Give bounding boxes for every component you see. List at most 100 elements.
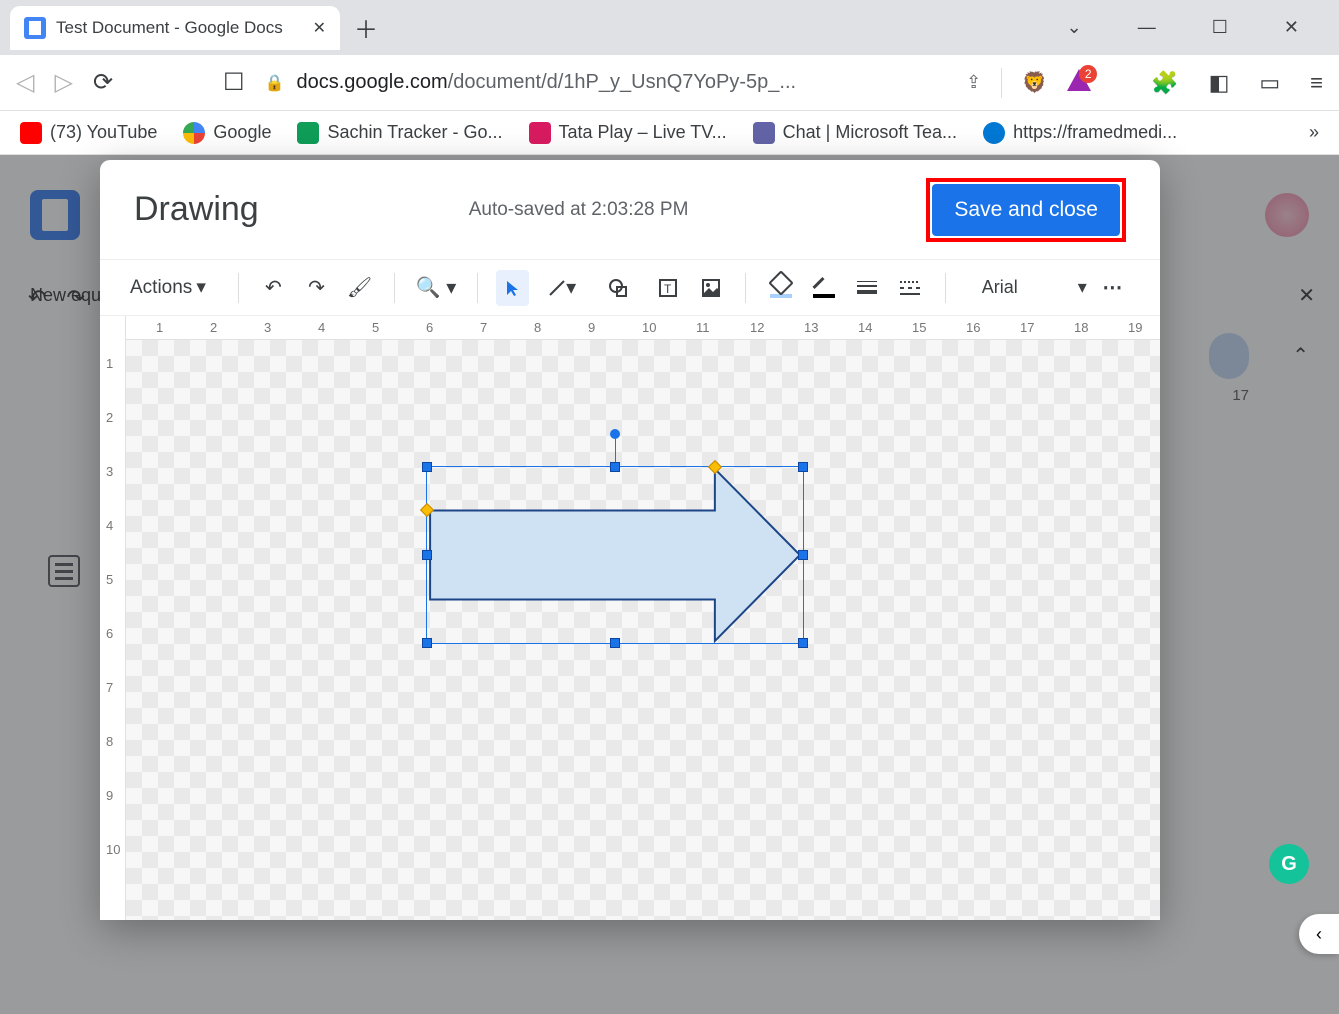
drawing-toolbar: Actions▾ ↶ ↷ 🖌 🔍 ▾ ▾ T Arial▾ ⋯ (100, 260, 1160, 316)
resize-handle-br[interactable] (798, 638, 808, 648)
browser-tab[interactable]: Test Document - Google Docs ✕ (10, 6, 340, 50)
ruler-tick: 1 (106, 356, 113, 371)
ruler-tick: 7 (480, 320, 487, 335)
bookmark-teams[interactable]: Chat | Microsoft Tea... (753, 122, 957, 144)
ruler-tick: 3 (264, 320, 271, 335)
brave-shield-icon[interactable]: 🦁 (1022, 70, 1047, 95)
resize-handle-ml[interactable] (422, 550, 432, 560)
forward-icon[interactable]: ▷ (54, 68, 72, 97)
brave-rewards-icon[interactable]: 2 (1067, 69, 1091, 96)
chevron-down-icon: ▾ (1078, 277, 1087, 298)
autosave-status: Auto-saved at 2:03:28 PM (469, 199, 689, 221)
drawing-dialog: Drawing Auto-saved at 2:03:28 PM Save an… (100, 160, 1160, 920)
ruler-tick: 7 (106, 680, 113, 695)
shape-tool-menu[interactable] (595, 270, 641, 306)
actions-menu[interactable]: Actions▾ (130, 276, 220, 299)
ruler-tick: 5 (372, 320, 379, 335)
font-selector[interactable]: Arial▾ (964, 277, 1087, 298)
tab-title: Test Document - Google Docs (56, 18, 303, 38)
undo-icon[interactable]: ↶ (257, 270, 290, 306)
border-color-icon[interactable] (807, 270, 840, 306)
browser-tab-strip: Test Document - Google Docs ✕ ＋ ⌄ — ☐ ✕ (0, 0, 1339, 55)
bookmark-icon[interactable]: ☐ (223, 68, 245, 97)
ruler-tick: 17 (1020, 320, 1034, 335)
ruler-tick: 8 (534, 320, 541, 335)
bookmark-google[interactable]: Google (183, 122, 271, 144)
resize-handle-bm[interactable] (610, 638, 620, 648)
save-and-close-button[interactable]: Save and close (932, 184, 1120, 236)
resize-handle-mr[interactable] (798, 550, 808, 560)
minimize-icon[interactable]: — (1138, 17, 1156, 38)
ruler-tick: 10 (642, 320, 656, 335)
ruler-tick: 15 (912, 320, 926, 335)
select-tool-icon[interactable] (496, 270, 529, 306)
back-icon[interactable]: ◁ (16, 68, 34, 97)
dialog-title: Drawing (134, 190, 259, 229)
svg-text:T: T (664, 282, 672, 296)
paint-format-icon[interactable]: 🖌 (343, 270, 376, 306)
image-tool-icon[interactable] (694, 270, 727, 306)
side-panel-toggle-icon[interactable]: ‹ (1299, 914, 1339, 954)
extensions-icon[interactable]: 🧩 (1151, 70, 1178, 96)
share-icon[interactable]: ⇪ (966, 72, 981, 93)
close-tab-icon[interactable]: ✕ (313, 18, 326, 38)
new-tab-button[interactable]: ＋ (354, 10, 378, 45)
sidepanel-icon[interactable]: ◧ (1209, 70, 1230, 96)
menu-icon[interactable]: ≡ (1310, 70, 1323, 96)
ruler-tick: 2 (106, 410, 113, 425)
maximize-icon[interactable]: ☐ (1212, 17, 1228, 38)
ruler-tick: 16 (966, 320, 980, 335)
close-window-icon[interactable]: ✕ (1284, 17, 1299, 38)
bookmarks-bar: (73) YouTube Google Sachin Tracker - Go.… (0, 111, 1339, 155)
arrow-shape[interactable] (427, 467, 803, 643)
resize-handle-tl[interactable] (422, 462, 432, 472)
ruler-tick: 2 (210, 320, 217, 335)
ruler-tick: 6 (106, 626, 113, 641)
url-text: docs.google.com/document/d/1hP_y_UsnQ7Yo… (296, 71, 796, 94)
omnibox[interactable]: 🔒 docs.google.com/document/d/1hP_y_UsnQ7… (265, 71, 947, 94)
more-options-icon[interactable]: ⋯ (1097, 270, 1130, 306)
grammarly-icon[interactable]: G (1269, 844, 1309, 884)
resize-handle-tm[interactable] (610, 462, 620, 472)
drawing-canvas[interactable] (126, 340, 1160, 920)
chevron-down-icon: ▾ (196, 276, 206, 299)
ruler-tick: 5 (106, 572, 113, 587)
ruler-tick: 4 (318, 320, 325, 335)
selection-bounds[interactable] (426, 466, 804, 644)
line-tool-menu[interactable]: ▾ (539, 270, 585, 306)
fill-color-icon[interactable] (764, 270, 797, 306)
bookmark-tataplay[interactable]: Tata Play – Live TV... (529, 122, 727, 144)
ruler-tick: 9 (588, 320, 595, 335)
horizontal-ruler: 12345678910111213141516171819 (126, 316, 1160, 340)
border-dash-icon[interactable] (894, 270, 927, 306)
address-bar: ◁ ▷ ⟳ ☐ 🔒 docs.google.com/document/d/1hP… (0, 55, 1339, 111)
rotation-handle[interactable] (610, 429, 620, 439)
zoom-menu[interactable]: 🔍 ▾ (413, 270, 459, 306)
onedrive-icon (983, 122, 1005, 144)
textbox-tool-icon[interactable]: T (651, 270, 684, 306)
bookmarks-overflow-icon[interactable]: » (1309, 122, 1319, 143)
lock-icon: 🔒 (265, 73, 285, 93)
ruler-tick: 6 (426, 320, 433, 335)
ruler-tick: 8 (106, 734, 113, 749)
ruler-tick: 12 (750, 320, 764, 335)
tataplay-icon (529, 122, 551, 144)
border-weight-icon[interactable] (851, 270, 884, 306)
save-button-highlight: Save and close (926, 178, 1126, 242)
ruler-tick: 4 (106, 518, 113, 533)
ruler-tick: 9 (106, 788, 113, 803)
ruler-tick: 3 (106, 464, 113, 479)
ruler-tick: 19 (1128, 320, 1142, 335)
wallet-icon[interactable]: ▭ (1259, 70, 1280, 96)
resize-handle-tr[interactable] (798, 462, 808, 472)
bookmark-youtube[interactable]: (73) YouTube (20, 122, 157, 144)
bookmark-onedrive[interactable]: https://framedmedi... (983, 122, 1177, 144)
reload-icon[interactable]: ⟳ (93, 68, 113, 97)
ruler-tick: 11 (696, 320, 710, 335)
google-icon (183, 122, 205, 144)
resize-handle-bl[interactable] (422, 638, 432, 648)
bookmark-sheets[interactable]: Sachin Tracker - Go... (297, 122, 502, 144)
redo-icon[interactable]: ↷ (300, 270, 333, 306)
tab-search-icon[interactable]: ⌄ (1067, 17, 1082, 38)
ruler-tick: 14 (858, 320, 872, 335)
